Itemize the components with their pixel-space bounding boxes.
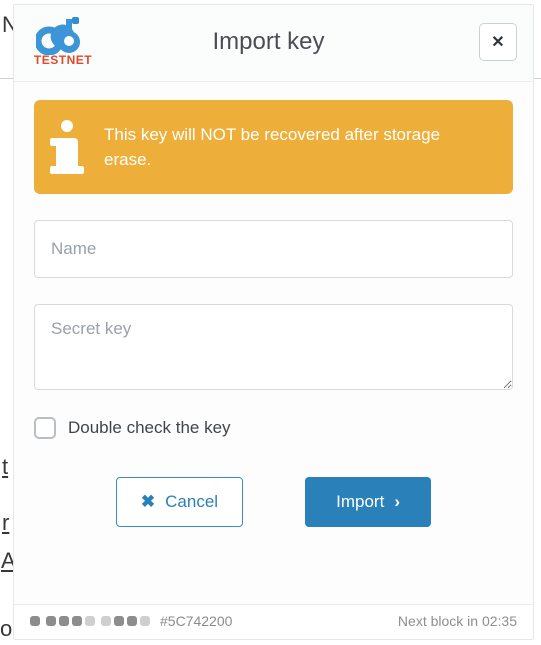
bg-letter: t — [2, 452, 8, 482]
import-key-modal: TESTNET Import key ✕ This key will NOT b… — [13, 4, 534, 640]
modal-title: Import key — [58, 28, 479, 56]
close-button[interactable]: ✕ — [479, 23, 517, 61]
modal-header: TESTNET Import key ✕ — [14, 5, 533, 82]
double-check-row: Double check the key — [34, 417, 513, 439]
status-footer: #5C742200 Next block in 02:35 — [14, 604, 533, 639]
secret-key-input[interactable] — [34, 304, 513, 390]
double-check-label: Double check the key — [68, 418, 231, 438]
status-indicator — [30, 616, 150, 626]
cancel-button[interactable]: ✖ Cancel — [116, 477, 243, 527]
cancel-label: Cancel — [165, 492, 218, 512]
warning-message: This key will NOT be recovered after sto… — [104, 122, 491, 173]
action-row: ✖ Cancel Import › — [34, 477, 513, 527]
close-icon: ✖ — [141, 492, 155, 512]
name-field — [34, 220, 513, 278]
info-icon — [56, 120, 78, 174]
block-hash: #5C742200 — [160, 613, 232, 629]
chevron-right-icon: › — [394, 492, 400, 512]
close-icon: ✕ — [491, 32, 504, 52]
double-check-checkbox[interactable] — [34, 417, 56, 439]
warning-alert: This key will NOT be recovered after sto… — [34, 100, 513, 194]
import-label: Import — [336, 492, 384, 512]
name-input[interactable] — [34, 220, 513, 278]
next-block-timer: Next block in 02:35 — [398, 613, 517, 629]
modal-body: This key will NOT be recovered after sto… — [14, 82, 533, 604]
import-button[interactable]: Import › — [305, 477, 431, 527]
bg-letter: r — [2, 508, 9, 538]
secret-key-field — [34, 304, 513, 395]
